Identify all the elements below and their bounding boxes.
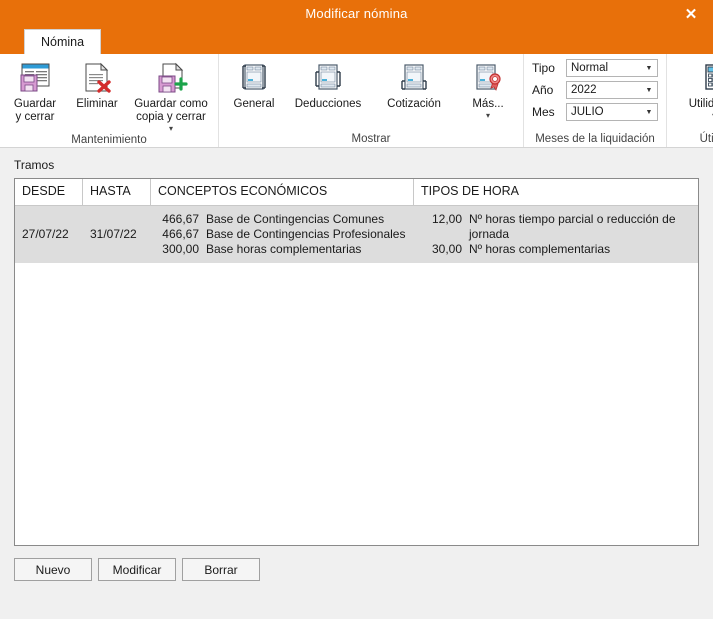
grid-header-tipos[interactable]: TIPOS DE HORA (414, 179, 698, 205)
cotizacion-button[interactable]: Cotización (371, 57, 457, 111)
main-content: Tramos DESDE HASTA CONCEPTOS ECONÓMICOS … (0, 148, 713, 619)
guardar-como-copia-y-cerrar-button[interactable]: Guardar como copia y cerrar ▾ (128, 57, 214, 133)
modificar-button[interactable]: Modificar (98, 558, 176, 581)
save-copy-icon (154, 61, 188, 95)
ribbon-group-meses-de-la-liquidacion: Tipo Normal ▼ Año 2022 ▼ Mes JULIO ▼ Mes… (523, 54, 666, 147)
ribbon-group-mantenimiento: Guardar y cerrar Eliminar Guardar como c… (0, 54, 218, 147)
tipo-hora-amount: 30,00 (431, 242, 462, 256)
window-title: Modificar nómina (305, 6, 408, 21)
concepto-text: Base horas complementarias (206, 242, 362, 256)
chevron-down-icon[interactable]: ▼ (641, 87, 657, 94)
calculator-icon (699, 61, 713, 95)
general-button[interactable]: General (223, 57, 285, 111)
footer-buttons: Nuevo Modificar Borrar (14, 558, 699, 581)
guardar-y-cerrar-button[interactable]: Guardar y cerrar (4, 57, 66, 124)
utilidades-label: Utilidades (688, 98, 713, 110)
concepto-line: 300,00 Base horas complementarias (158, 242, 414, 257)
ano-select[interactable]: 2022 ▼ (566, 81, 658, 99)
tipo-label: Tipo (532, 61, 555, 75)
tipo-hora-amount: 12,00 (431, 212, 462, 226)
chevron-down-icon[interactable]: ▾ (486, 112, 490, 120)
concepto-line: 466,67 Base de Contingencias Comunes (158, 212, 414, 227)
general-label: General (233, 98, 275, 110)
tipo-select[interactable]: Normal ▼ (566, 59, 658, 77)
grid-header-row: DESDE HASTA CONCEPTOS ECONÓMICOS TIPOS D… (15, 179, 698, 206)
cotizacion-label: Cotización (387, 98, 441, 110)
mes-label: Mes (532, 105, 555, 119)
mas-button[interactable]: Más... ▾ (457, 57, 519, 120)
mes-value: JULIO (571, 106, 604, 118)
concepto-text: Base de Contingencias Comunes (206, 212, 385, 226)
chevron-down-icon[interactable]: ▾ (169, 125, 173, 133)
grid-header-hasta[interactable]: HASTA (83, 179, 151, 205)
concepto-amount: 300,00 (162, 242, 199, 256)
tipo-hora-line: 12,00 Nº horas tiempo parcial o reducció… (421, 212, 698, 242)
cell-desde: 27/07/22 (22, 227, 69, 241)
chevron-down-icon[interactable]: ▼ (641, 109, 657, 116)
grid-header-conceptos[interactable]: CONCEPTOS ECONÓMICOS (151, 179, 414, 205)
concepto-text: Base de Contingencias Profesionales (206, 227, 406, 241)
table-row[interactable]: 27/07/22 31/07/22 466,67 Base de Conting… (15, 206, 698, 263)
concepto-line: 466,67 Base de Contingencias Profesional… (158, 227, 414, 242)
ribbon-group-utiles: Utilidades ▾ Útiles (666, 54, 713, 147)
grid-header-desde[interactable]: DESDE (15, 179, 83, 205)
tipo-value: Normal (571, 62, 609, 74)
ribbon: Guardar y cerrar Eliminar Guardar como c… (0, 54, 713, 148)
section-label-tramos: Tramos (14, 158, 55, 172)
chevron-down-icon[interactable]: ▼ (641, 65, 657, 72)
save-window-icon (18, 61, 52, 95)
tipo-hora-text: Nº horas tiempo parcial o reducción de j… (469, 212, 676, 241)
ribbon-group-label-utiles: Útiles (699, 133, 713, 145)
concepto-amount: 466,67 (162, 227, 199, 241)
mas-label: Más... (472, 98, 504, 110)
tipo-row: Tipo Normal ▼ (532, 59, 658, 77)
cell-tipos: 12,00 Nº horas tiempo parcial o reducció… (414, 206, 698, 263)
deducciones-button[interactable]: Deducciones (285, 57, 371, 111)
document-general-icon (237, 61, 271, 95)
guardar-y-cerrar-label: Guardar y cerrar (13, 98, 57, 123)
title-bar: Modificar nómina ✕ (0, 0, 713, 27)
ribbon-tabstrip: Nómina (0, 27, 713, 54)
ano-value: 2022 (571, 84, 597, 96)
eliminar-button[interactable]: Eliminar (66, 57, 128, 111)
utilidades-button[interactable]: Utilidades ▾ (671, 57, 713, 120)
borrar-button[interactable]: Borrar (182, 558, 260, 581)
tab-nomina[interactable]: Nómina (24, 29, 102, 54)
ribbon-group-label-meses: Meses de la liquidación (535, 133, 655, 145)
deducciones-label: Deducciones (294, 98, 362, 110)
nuevo-button[interactable]: Nuevo (14, 558, 92, 581)
cell-conceptos: 466,67 Base de Contingencias Comunes 466… (151, 206, 414, 263)
eliminar-label: Eliminar (76, 98, 118, 110)
document-cotizacion-icon (397, 61, 431, 95)
ribbon-group-label-mostrar: Mostrar (351, 133, 391, 145)
ribbon-group-mostrar: General Deducciones Cotización Más... ▾ … (218, 54, 523, 147)
tramos-grid[interactable]: DESDE HASTA CONCEPTOS ECONÓMICOS TIPOS D… (14, 178, 699, 546)
guardar-como-copia-y-cerrar-label: Guardar como copia y cerrar (134, 98, 208, 123)
tipo-hora-text: Nº horas complementarias (469, 242, 611, 256)
concepto-amount: 466,67 (162, 212, 199, 226)
ribbon-group-label-mantenimiento: Mantenimiento (71, 134, 147, 146)
ano-label: Año (532, 83, 554, 97)
cell-hasta: 31/07/22 (90, 227, 137, 241)
close-icon[interactable]: ✕ (669, 0, 713, 27)
document-seal-icon (471, 61, 505, 95)
tipo-hora-line: 30,00 Nº horas complementarias (421, 242, 698, 257)
document-delete-icon (82, 61, 112, 95)
ano-row: Año 2022 ▼ (532, 81, 658, 99)
document-deducciones-icon (311, 61, 345, 95)
mes-select[interactable]: JULIO ▼ (566, 103, 658, 121)
mes-row: Mes JULIO ▼ (532, 103, 658, 121)
